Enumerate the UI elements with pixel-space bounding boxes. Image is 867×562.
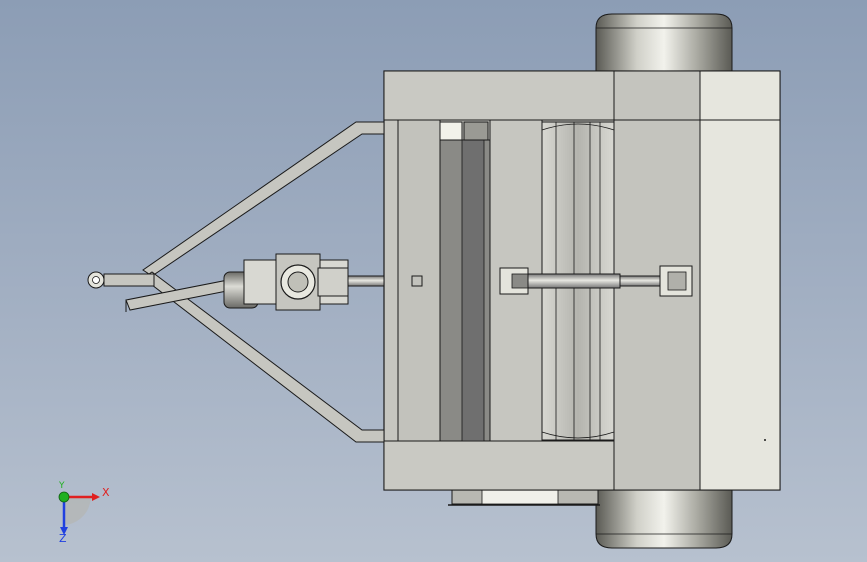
right-wheel[interactable] [595,489,733,549]
tow-hitch[interactable] [87,271,155,289]
model-drawing [58,13,781,549]
coordinate-triad [58,491,100,535]
universal-joint[interactable] [223,253,385,311]
x-axis-label: X [102,486,110,499]
z-axis-label: Z [59,532,67,545]
y-axis-label: Y [59,481,65,491]
bottom-plate [448,489,600,506]
left-wheel[interactable] [595,13,733,73]
cad-viewport[interactable]: X Y Z [0,0,867,562]
